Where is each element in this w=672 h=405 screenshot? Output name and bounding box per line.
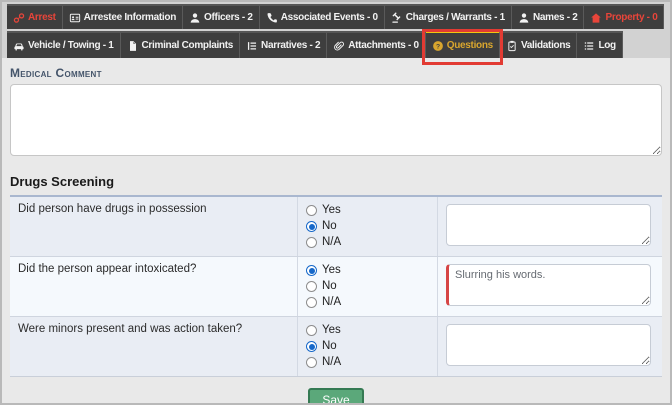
tab-label: Attachments - 0: [348, 40, 419, 51]
officer-icon: [189, 12, 201, 24]
radio-unchecked-icon[interactable]: [306, 237, 317, 248]
radio-checked-icon[interactable]: [306, 221, 317, 232]
question-text: Did person have drugs in possession: [10, 197, 298, 256]
tab-names-2[interactable]: Names - 2: [512, 4, 585, 29]
radio-label: Yes: [322, 323, 341, 338]
drugs-screening-title: Drugs Screening: [10, 171, 662, 197]
question-row-3: Were minors present and was action taken…: [10, 316, 662, 376]
tab-narratives-2[interactable]: Narratives - 2: [240, 31, 327, 58]
radio-option-no-q2[interactable]: No: [306, 279, 429, 294]
save-button[interactable]: Save: [308, 388, 363, 405]
question-text: Were minors present and was action taken…: [10, 317, 298, 376]
medical-comment-label: Medical Comment: [10, 66, 662, 80]
radio-option-yes-q1[interactable]: Yes: [306, 203, 429, 218]
tab-label: Log: [598, 40, 615, 51]
radio-group: YesNoN/A: [298, 257, 438, 316]
medical-comment-textarea[interactable]: [10, 84, 662, 156]
radio-option-yes-q3[interactable]: Yes: [306, 323, 429, 338]
radio-label: N/A: [322, 235, 341, 250]
radio-option-no-q3[interactable]: No: [306, 339, 429, 354]
question-circle-icon: ?: [432, 40, 444, 52]
app-window: Arrest Arrestee Information Officers - 2 As…: [0, 0, 672, 405]
tab-arrest[interactable]: Arrest: [7, 4, 63, 29]
radio-label: N/A: [322, 355, 341, 370]
radio-unchecked-icon[interactable]: [306, 297, 317, 308]
tab-label: Property - 0: [605, 12, 657, 23]
question-row-1: Did person have drugs in possessionYesNo…: [10, 197, 662, 256]
radio-option-n-a-q1[interactable]: N/A: [306, 235, 429, 250]
car-icon: [13, 40, 25, 52]
tab-validations[interactable]: Validations: [500, 31, 578, 58]
radio-label: No: [322, 339, 337, 354]
list-icon: [583, 40, 595, 52]
comment-cell: Slurring his words.: [438, 257, 662, 316]
radio-group: YesNoN/A: [298, 317, 438, 376]
document-icon: [127, 40, 139, 52]
phone-icon: [266, 12, 278, 24]
tab-label: Vehicle / Towing - 1: [28, 40, 114, 51]
radio-unchecked-icon[interactable]: [306, 325, 317, 336]
radio-group: YesNoN/A: [298, 197, 438, 256]
tab-label: Officers - 2: [204, 12, 253, 23]
tab-label: Criminal Complaints: [142, 40, 234, 51]
radio-label: No: [322, 219, 337, 234]
radio-label: No: [322, 279, 337, 294]
property-icon: [590, 12, 602, 24]
question-text: Did the person appear intoxicated?: [10, 257, 298, 316]
tab-vehicle-towing-1[interactable]: Vehicle / Towing - 1: [7, 31, 121, 58]
radio-checked-icon[interactable]: [306, 265, 317, 276]
drugs-screening-table: Did person have drugs in possessionYesNo…: [10, 197, 662, 377]
tab-property-0[interactable]: Property - 0: [584, 4, 664, 29]
tab-label: Names - 2: [533, 12, 578, 23]
radio-unchecked-icon[interactable]: [306, 205, 317, 216]
questions-tab-panel: Medical Comment Drugs Screening Did pers…: [2, 58, 670, 405]
gavel-icon: [391, 12, 403, 24]
tab-label: Validations: [521, 40, 571, 51]
comment-cell: [438, 197, 662, 256]
radio-unchecked-icon[interactable]: [306, 281, 317, 292]
tab-log[interactable]: Log: [577, 31, 622, 58]
narrative-lines-icon: [246, 40, 258, 52]
svg-text:?: ?: [436, 43, 440, 50]
tab-label: Arrest: [28, 12, 56, 23]
radio-checked-icon[interactable]: [306, 341, 317, 352]
radio-option-no-q1[interactable]: No: [306, 219, 429, 234]
comment-cell: [438, 317, 662, 376]
comment-textarea-q1[interactable]: [446, 204, 651, 246]
tab-charges-warrants-1[interactable]: Charges / Warrants - 1: [385, 4, 512, 29]
person-icon: [518, 12, 530, 24]
radio-option-yes-q2[interactable]: Yes: [306, 263, 429, 278]
comment-textarea-q2[interactable]: Slurring his words.: [446, 264, 651, 306]
paperclip-icon: [333, 40, 345, 52]
radio-label: N/A: [322, 295, 341, 310]
tab-questions[interactable]: ? Questions: [426, 31, 500, 58]
tab-criminal-complaints[interactable]: Criminal Complaints: [121, 31, 241, 58]
save-button-row: Save: [10, 377, 662, 405]
tab-arrestee-information[interactable]: Arrestee Information: [63, 4, 183, 29]
tab-label: Arrestee Information: [84, 12, 176, 23]
question-row-2: Did the person appear intoxicated?YesNoN…: [10, 256, 662, 316]
comment-textarea-q3[interactable]: [446, 324, 651, 366]
tab-label: Questions: [447, 40, 493, 51]
tab-row-primary: Arrest Arrestee Information Officers - 2 As…: [7, 4, 670, 29]
tab-attachments-0[interactable]: Attachments - 0: [327, 31, 426, 58]
radio-option-n-a-q2[interactable]: N/A: [306, 295, 429, 310]
tab-row-secondary: Vehicle / Towing - 1 Criminal Complaints N…: [7, 31, 670, 58]
radio-label: Yes: [322, 203, 341, 218]
tab-label: Associated Events - 0: [281, 12, 378, 23]
tab-label: Narratives - 2: [261, 40, 320, 51]
tab-bar: Arrest Arrestee Information Officers - 2 As…: [2, 2, 670, 58]
radio-label: Yes: [322, 263, 341, 278]
tab-associated-events-0[interactable]: Associated Events - 0: [260, 4, 385, 29]
tab-officers-2[interactable]: Officers - 2: [183, 4, 260, 29]
clipboard-check-icon: [506, 40, 518, 52]
arrestee-info-icon: [69, 12, 81, 24]
radio-unchecked-icon[interactable]: [306, 357, 317, 368]
tab-label: Charges / Warrants - 1: [406, 12, 505, 23]
radio-option-n-a-q3[interactable]: N/A: [306, 355, 429, 370]
handcuffs-icon: [13, 12, 25, 24]
